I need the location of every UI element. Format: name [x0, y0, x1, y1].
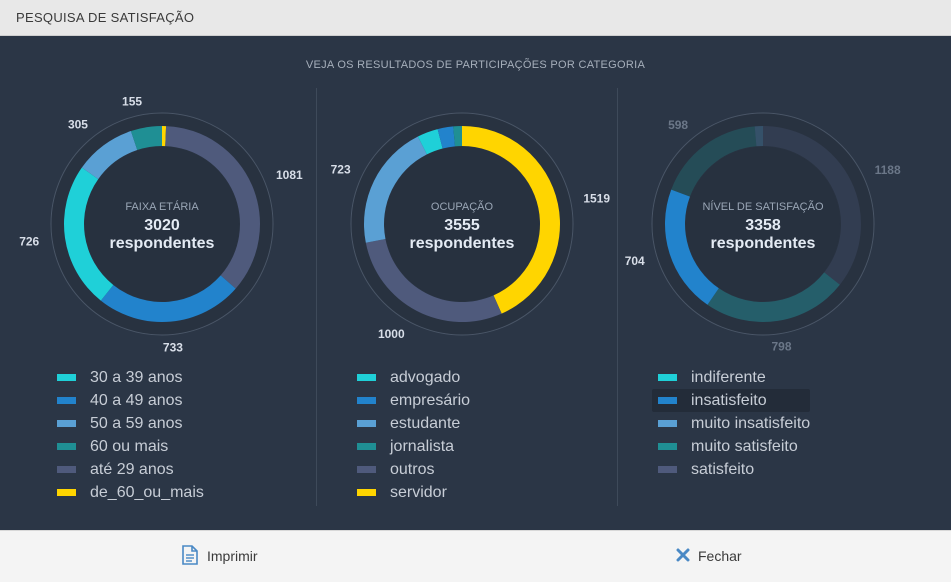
legend-item[interactable]: jornalista [357, 435, 470, 458]
legend-swatch [658, 374, 677, 381]
center-label: FAIXA ETÁRIA [125, 200, 199, 213]
document-icon [181, 544, 199, 568]
legend-swatch [658, 397, 677, 404]
data-label: 305 [68, 118, 88, 132]
legend-item[interactable]: até 29 anos [57, 458, 204, 481]
legend-item[interactable]: 50 a 59 anos [57, 412, 204, 435]
legend-item[interactable]: indiferente [658, 366, 810, 389]
legend-label: 30 a 39 anos [90, 368, 183, 386]
results-panel: VEJA OS RESULTADOS DE PARTICIPAÇÕES POR … [0, 36, 951, 530]
legend-label: empresário [390, 391, 471, 409]
legend-item[interactable]: empresário [357, 389, 470, 412]
legend-swatch [658, 420, 677, 427]
legend-label: 50 a 59 anos [90, 414, 183, 432]
legend-item[interactable]: 30 a 39 anos [57, 366, 204, 389]
legend-item[interactable]: estudante [357, 412, 470, 435]
legend-item[interactable]: insatisfeito [652, 389, 811, 412]
legend-label: advogado [390, 368, 461, 386]
data-label: 1081 [276, 168, 303, 182]
legend-label: outros [390, 460, 435, 478]
legend-label: satisfeito [691, 460, 755, 478]
legend-swatch [357, 443, 376, 450]
legend-item[interactable]: satisfeito [658, 458, 810, 481]
legend-swatch [357, 466, 376, 473]
data-label: 723 [331, 162, 351, 176]
close-button[interactable]: Fechar [676, 545, 742, 567]
legend-label: de_60_ou_mais [90, 483, 204, 501]
data-label: 1000 [378, 327, 405, 341]
center-unit: respondentes [711, 235, 816, 252]
data-label: 1519 [583, 191, 610, 205]
legend-label: 40 a 49 anos [90, 391, 183, 409]
panel-subtitle: VEJA OS RESULTADOS DE PARTICIPAÇÕES POR … [305, 59, 646, 71]
legend-ocupacao: advogado empresário estudante jornalista out… [357, 366, 470, 504]
print-button[interactable]: Imprimir [181, 544, 258, 568]
legend-item[interactable]: advogado [357, 366, 470, 389]
legend-item[interactable]: muito insatisfeito [658, 412, 810, 435]
center-total: 3555 [444, 217, 480, 234]
legend-item[interactable]: outros [357, 458, 470, 481]
legend-item[interactable]: 60 ou mais [57, 435, 204, 458]
close-x-icon [676, 548, 690, 565]
legend-label: servidor [390, 483, 447, 501]
legend-swatch [57, 374, 76, 381]
legend-label: muito insatisfeito [691, 414, 811, 432]
legend-swatch [57, 466, 76, 473]
dialog-footer: Imprimir Fechar [0, 530, 951, 582]
center-unit: respondentes [410, 235, 515, 252]
data-label: 726 [19, 234, 39, 248]
legend-swatch [57, 443, 76, 450]
legend-swatch [57, 420, 76, 427]
data-label: 798 [771, 340, 791, 354]
legend-faixa-etaria: 30 a 39 anos 40 a 49 anos 50 a 59 anos 60 o… [57, 366, 204, 504]
chart-ocupacao: 1519 1000 723 OCUPAÇÃO 3555respondentes [331, 112, 610, 341]
center-unit: respondentes [110, 235, 215, 252]
chart-faixa-etaria: 1081 733 726 305 155 FAIXA ETÁRIA 3020responde… [19, 95, 303, 354]
legend-swatch [357, 374, 376, 381]
legend-swatch [57, 489, 76, 496]
center-label: OCUPAÇÃO [431, 200, 494, 213]
legend-label: insatisfeito [691, 391, 767, 409]
legend-label: 60 ou mais [90, 437, 169, 455]
center-label: NÍVEL DE SATISFAÇÃO [702, 200, 823, 213]
data-label: 155 [122, 95, 142, 109]
window-title: PESQUISA DE SATISFAÇÃO [16, 10, 195, 25]
legend-label: jornalista [390, 437, 455, 455]
legend-label: até 29 anos [90, 460, 174, 478]
close-label: Fechar [698, 548, 742, 564]
print-label: Imprimir [207, 548, 258, 564]
window-header: PESQUISA DE SATISFAÇÃO [0, 0, 951, 36]
legend-item[interactable]: de_60_ou_mais [57, 481, 204, 504]
legend-swatch [357, 489, 376, 496]
legend-label: estudante [390, 414, 461, 432]
data-label: 704 [625, 254, 645, 268]
legend-swatch [357, 397, 376, 404]
data-label: 1188 [875, 163, 901, 177]
legend-item[interactable]: servidor [357, 481, 470, 504]
data-label: 598 [668, 118, 688, 132]
legend-label: indiferente [691, 368, 766, 386]
chart-nivel-satisfacao: 1188 798 704 598 NÍVEL DE SATISFAÇÃO 3358resp… [625, 112, 901, 354]
legend-item[interactable]: 40 a 49 anos [57, 389, 204, 412]
legend-label: muito satisfeito [691, 437, 798, 455]
legend-swatch [658, 443, 677, 450]
legend-nivel-satisfacao: indiferente insatisfeito muito insatisfeit… [652, 366, 811, 481]
legend-swatch [357, 420, 376, 427]
legend-swatch [57, 397, 76, 404]
legend-swatch [658, 466, 677, 473]
center-total: 3020 [144, 217, 180, 234]
legend-item[interactable]: muito satisfeito [658, 435, 810, 458]
data-label: 733 [163, 341, 183, 354]
center-total: 3358 [745, 217, 781, 234]
